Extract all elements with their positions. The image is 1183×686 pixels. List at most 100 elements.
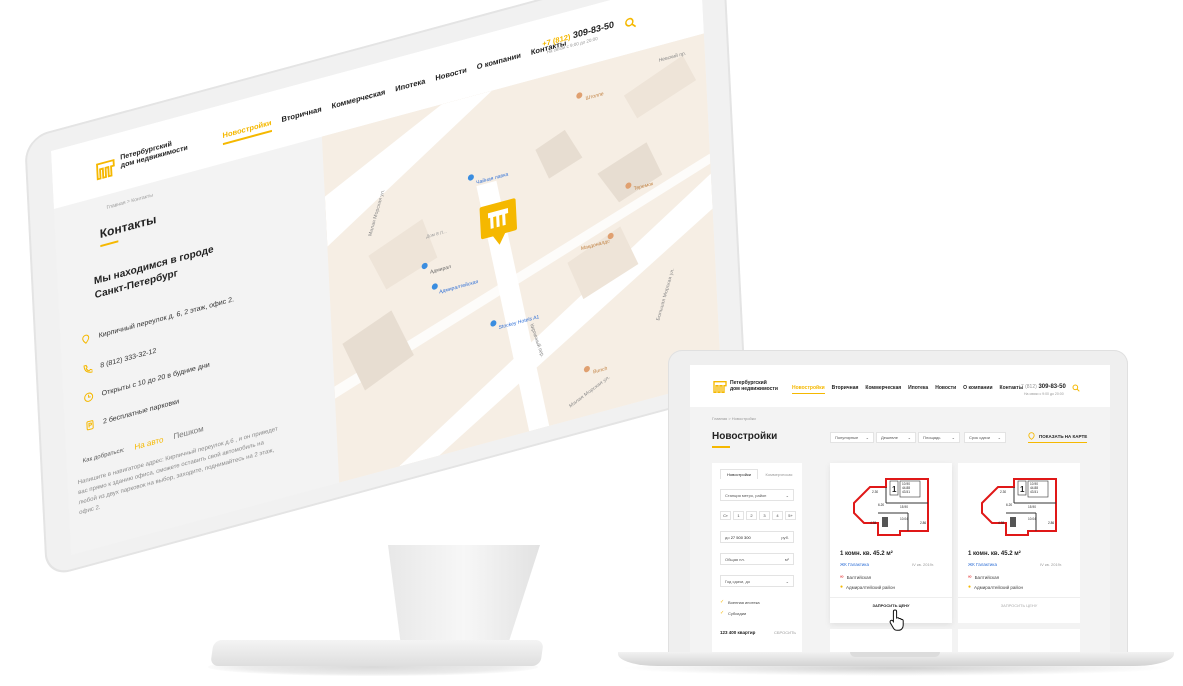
clock-icon — [84, 392, 94, 402]
year-select[interactable]: Год сдачи, до ⌄ — [720, 575, 794, 587]
apartment-card-next[interactable] — [958, 629, 1080, 652]
tab-by-car[interactable]: На авто — [134, 435, 163, 452]
sort-deadline-label: Срок сдачи — [969, 435, 990, 440]
sort-deadline-select[interactable]: Срок сдачи ⌄ — [964, 432, 1006, 443]
show-on-map-label: ПОКАЗАТЬ НА КАРТЕ — [1039, 433, 1088, 439]
plan-label-c: 15.90 — [1028, 505, 1036, 509]
chevron-down-icon: ⌄ — [997, 435, 1001, 440]
show-on-map-button[interactable]: ПОКАЗАТЬ НА КАРТЕ — [1028, 432, 1088, 443]
area-field[interactable]: Общая пл. м² — [720, 553, 794, 565]
city-heading: Мы находимся в городе Санкт-Петербург — [93, 243, 214, 302]
rooms-5plus[interactable]: 5+ — [785, 511, 796, 520]
plan-label-a: 2.30 — [872, 490, 879, 494]
sort-area-select[interactable]: Площадь ⌄ — [918, 432, 960, 443]
plan-label-b: 6.20 — [878, 503, 885, 507]
metro-placeholder: Станция метро, район — [725, 492, 767, 498]
sort-area-label: Площадь — [923, 435, 941, 440]
price-to-field[interactable]: до 27 500 300 руб. — [720, 531, 794, 543]
filter-panel: Новостройки Коммерческая Станция метро, … — [712, 463, 802, 652]
checkbox-label: Субсидии — [728, 611, 747, 616]
header-phone[interactable]: +7 (812) 309-83-50 — [1018, 384, 1066, 390]
phone-text[interactable]: 8 (812) 333-32-12 — [100, 347, 156, 369]
nav-item-novosti[interactable]: Новости — [435, 65, 467, 87]
sort-cheaper-label: Дешевле — [881, 435, 898, 440]
title-underline — [100, 240, 119, 248]
metro-name: Балтийская — [974, 574, 1000, 580]
parking-icon — [86, 420, 94, 431]
price-unit: руб. — [781, 534, 789, 540]
checkbox-subsidies[interactable]: ✓ Субсидии — [720, 611, 747, 617]
how-label: Как добраться: — [82, 446, 125, 465]
nav-item-novosti[interactable]: Новости — [935, 385, 956, 394]
metro-icon: ∞ — [968, 574, 972, 580]
title-underline — [712, 446, 730, 448]
logo-icon[interactable] — [712, 379, 728, 395]
nav-item-o-kompanii[interactable]: О компании — [477, 51, 522, 77]
reset-filter-button[interactable]: СБРОСИТЬ — [774, 630, 796, 635]
rooms-studio[interactable]: Ст — [720, 511, 731, 520]
district-name: Адмиралтейский район — [846, 584, 895, 590]
complex-link[interactable]: ЖК Галактика — [840, 562, 869, 567]
plan-label-f: 2.86 — [920, 521, 927, 525]
tab-novostroyki[interactable]: Новостройки — [720, 469, 758, 479]
year-label: Год сдачи, до — [725, 578, 751, 584]
request-price-button[interactable]: ЗАПРОСИТЬ ЦЕНУ — [958, 597, 1080, 613]
laptop-notch — [850, 652, 940, 657]
apartment-card[interactable]: 1 10.90 44.88 43.51 2.30 6.20 15.90 4.38… — [958, 463, 1080, 623]
plan-label-d: 4.38 — [870, 521, 877, 525]
rooms-4[interactable]: 4 — [772, 511, 783, 520]
map-pin-icon — [82, 334, 90, 344]
phone-row: 8 (812) 333-32-12 — [82, 346, 157, 376]
price-to-label: до — [725, 534, 730, 540]
apartment-card-next[interactable] — [830, 629, 952, 652]
contacts-panel: Главная > Контакты Контакты Мы находимся… — [54, 139, 331, 555]
sort-cheaper-select[interactable]: Дешевле ⌄ — [876, 432, 916, 443]
rooms-1[interactable]: 1 — [733, 511, 744, 520]
nav-item-vtorichnaya[interactable]: Вторичная — [832, 385, 859, 394]
logo-text[interactable]: Петербургский дом недвижимости — [120, 130, 211, 170]
nav-item-novostroyki[interactable]: Новостройки — [792, 385, 825, 394]
plan-label-b: 6.20 — [1006, 503, 1013, 507]
plan-area-3: 43.51 — [1030, 490, 1038, 494]
phone-icon — [83, 364, 93, 373]
breadcrumb[interactable]: Главная > Контакты — [106, 192, 153, 211]
breadcrumb[interactable]: Главная > Новостройки — [712, 416, 756, 421]
plan-label-a: 2.30 — [1000, 490, 1007, 494]
plan-areas: 10.90 44.88 43.51 — [902, 482, 910, 494]
search-icon[interactable] — [1072, 384, 1080, 392]
nav-item-vtorichnaya[interactable]: Вторичная — [281, 104, 322, 129]
plan-area-3: 43.51 — [902, 490, 910, 494]
chevron-down-icon: ⌄ — [785, 492, 789, 498]
tab-walking[interactable]: Пешком — [173, 424, 204, 441]
rooms-2[interactable]: 2 — [746, 511, 757, 520]
checkbox-military-mortgage[interactable]: ✓ Военная ипотека — [720, 599, 760, 606]
nav-item-ipoteka[interactable]: Ипотека — [395, 76, 426, 98]
rooms-3[interactable]: 3 — [759, 511, 770, 520]
page-title: Контакты — [99, 211, 157, 242]
tab-kommercheskaya[interactable]: Коммерческая — [760, 469, 798, 479]
metro-select[interactable]: Станция метро, район ⌄ — [720, 489, 794, 501]
price-to-value: 27 500 300 — [730, 534, 751, 540]
nav-item-o-kompanii[interactable]: О компании — [963, 385, 992, 394]
sort-popular-select[interactable]: Популярные ⌄ — [830, 432, 874, 443]
checkmark-icon: ✓ — [720, 599, 725, 605]
search-icon[interactable] — [624, 15, 637, 30]
apartment-card[interactable]: 1 10.90 44.88 43.51 2.30 6.20 15.90 4.38… — [830, 463, 952, 623]
plan-room-count: 1 — [892, 485, 897, 494]
nav-item-kommercheskaya[interactable]: Коммерческая — [331, 87, 385, 115]
plan-areas: 10.90 44.88 43.51 — [1030, 482, 1038, 494]
apartment-title[interactable]: 1 комн. кв. 45.2 м² — [968, 551, 1021, 557]
delivery-date: IV кв. 2019г. — [912, 562, 934, 567]
phone-number: 309-83-50 — [1038, 384, 1066, 390]
nav-item-ipoteka[interactable]: Ипотека — [908, 385, 928, 394]
nav-item-kommercheskaya[interactable]: Коммерческая — [865, 385, 901, 394]
apartment-title[interactable]: 1 комн. кв. 45.2 м² — [840, 551, 893, 557]
nav-item-novostroyki[interactable]: Новостройки — [222, 117, 272, 146]
page-title: Новостройки — [712, 431, 778, 442]
logo-icon[interactable] — [94, 156, 117, 184]
complex-link[interactable]: ЖК Галактика — [968, 562, 997, 567]
checkbox-label: Военная ипотека — [728, 600, 760, 605]
map-pin-icon: ● — [840, 584, 844, 590]
logo-text[interactable]: Петербургский дом недвижимости — [730, 380, 790, 392]
phone-prefix: +7 (812) — [1018, 384, 1037, 390]
